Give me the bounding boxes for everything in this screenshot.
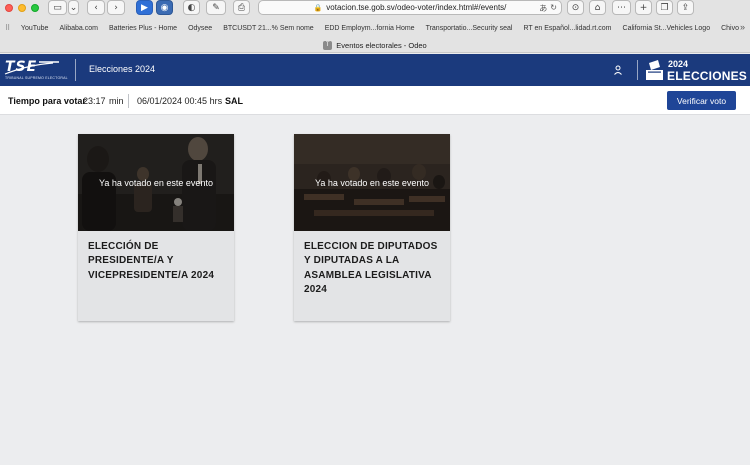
new-tab-icon[interactable]: + — [635, 0, 652, 15]
header-divider — [637, 60, 638, 80]
event-title[interactable]: ELECCION DE DIPUTADOS Y DIPUTADAS A LA A… — [304, 240, 444, 297]
voting-info-bar: Tiempo para votar 23:17 min 06/01/2024 0… — [0, 86, 750, 115]
zoom-window-button[interactable] — [31, 4, 39, 12]
voted-status: Ya ha votado en este evento — [99, 178, 213, 188]
app-header: TSE TRIBUNAL SUPREMO ELECTORAL Eleccione… — [0, 54, 750, 86]
extension-icon[interactable]: ▶ — [136, 0, 153, 15]
bookmark-item[interactable]: Chivo — [721, 25, 739, 32]
bookmark-item[interactable]: Odysee — [188, 25, 212, 32]
grid-icon[interactable]: ⋯ — [612, 0, 631, 15]
tab-bar: T Eventos electorales - Odeo — [0, 37, 750, 53]
verify-vote-button[interactable]: Verificar voto — [667, 91, 736, 110]
chevron-down-icon[interactable]: ⌄ — [68, 0, 79, 15]
bookmark-item[interactable]: BTCUSDT 21...% Sem nome — [223, 25, 314, 32]
tab-title[interactable]: Eventos electorales - Odeo — [336, 41, 426, 50]
event-title[interactable]: ELECCIÓN DE PRESIDENTE/A Y VICEPRESIDENT… — [88, 240, 228, 283]
bookmark-item[interactable]: RT en Español...lidad.rt.com — [523, 25, 611, 32]
bookmark-item[interactable]: Alibaba.com — [59, 25, 98, 32]
sidebar-toggle-icon[interactable]: ▭ — [48, 0, 67, 15]
bookmark-item[interactable]: California St...Vehicles Logo — [623, 25, 711, 32]
event-card-presidente[interactable]: Ya ha votado en este evento ELECCIÓN DE … — [78, 134, 234, 321]
browser-toolbar: ▭ ⌄ ‹ › ▶ ◉ ◐ ✎ ⎙ 🔒 votacion.tse.gob.sv/… — [0, 0, 750, 17]
time-to-vote-label: Tiempo para votar — [8, 96, 86, 106]
shield-icon[interactable]: ◐ — [183, 0, 200, 15]
info-divider — [128, 94, 129, 108]
address-url: votacion.tse.gob.sv/odeo-voter/index.htm… — [326, 3, 507, 12]
time-to-vote-unit: min — [109, 96, 124, 106]
bookmark-item[interactable]: Transportatio...Security seal — [426, 25, 513, 32]
bookmarks-overflow-icon[interactable]: » — [740, 22, 745, 32]
bookmarks-grid-icon[interactable]: ⠿ — [5, 24, 13, 32]
timezone-label: SAL — [225, 96, 243, 106]
home-icon[interactable]: ⌂ — [589, 0, 606, 15]
bookmark-item[interactable]: EDD Employm...fornia Home — [325, 25, 415, 32]
minimize-window-button[interactable] — [18, 4, 26, 12]
user-icon[interactable] — [612, 64, 624, 76]
bookmark-item[interactable]: YouTube — [21, 25, 49, 32]
event-image: Ya ha votado en este evento — [294, 134, 450, 231]
browser-chrome: ▭ ⌄ ‹ › ▶ ◉ ◐ ✎ ⎙ 🔒 votacion.tse.gob.sv/… — [0, 0, 750, 53]
event-image: Ya ha votado en este evento — [78, 134, 234, 231]
print-icon[interactable]: ⎙ — [233, 0, 250, 15]
address-bar[interactable]: 🔒 votacion.tse.gob.sv/odeo-voter/index.h… — [258, 0, 562, 15]
lock-icon: 🔒 — [313, 4, 323, 12]
tab-favicon-icon: T — [323, 40, 333, 50]
bookmarks-bar: ⠿ YouTube Alibaba.com Batteries Plus - H… — [0, 21, 750, 35]
reload-icon[interactable]: ↻ — [550, 3, 557, 14]
tse-logo[interactable]: TSE TRIBUNAL SUPREMO ELECTORAL — [3, 59, 68, 81]
logo-swoosh-icon — [4, 61, 59, 75]
event-card-diputados[interactable]: Ya ha votado en este evento ELECCION DE … — [294, 134, 450, 321]
page-title: Elecciones 2024 — [89, 64, 156, 74]
logo-subtext: TRIBUNAL SUPREMO ELECTORAL — [5, 76, 68, 80]
share-icon[interactable]: ⇪ — [677, 0, 694, 15]
brand-word: ELECCIONES — [667, 69, 748, 83]
back-icon[interactable]: ‹ — [87, 0, 105, 15]
close-window-button[interactable] — [5, 4, 13, 12]
current-datetime: 06/01/2024 00:45 hrs — [137, 96, 223, 106]
bookmark-item[interactable]: Batteries Plus - Home — [109, 25, 177, 32]
globe-icon[interactable]: ◉ — [156, 0, 173, 15]
tabs-overview-icon[interactable]: ❐ — [656, 0, 673, 15]
ballot-box-icon — [646, 60, 663, 80]
translate-icon[interactable]: あ — [539, 3, 547, 14]
sign-icon[interactable]: ✎ — [206, 0, 226, 15]
voted-status: Ya ha votado en este evento — [315, 178, 429, 188]
forward-icon[interactable]: › — [107, 0, 125, 15]
download-icon[interactable]: ⊙ — [567, 0, 584, 15]
header-divider — [75, 59, 76, 81]
time-to-vote-value: 23:17 — [83, 96, 106, 106]
brand-year: 2024 — [668, 59, 689, 69]
